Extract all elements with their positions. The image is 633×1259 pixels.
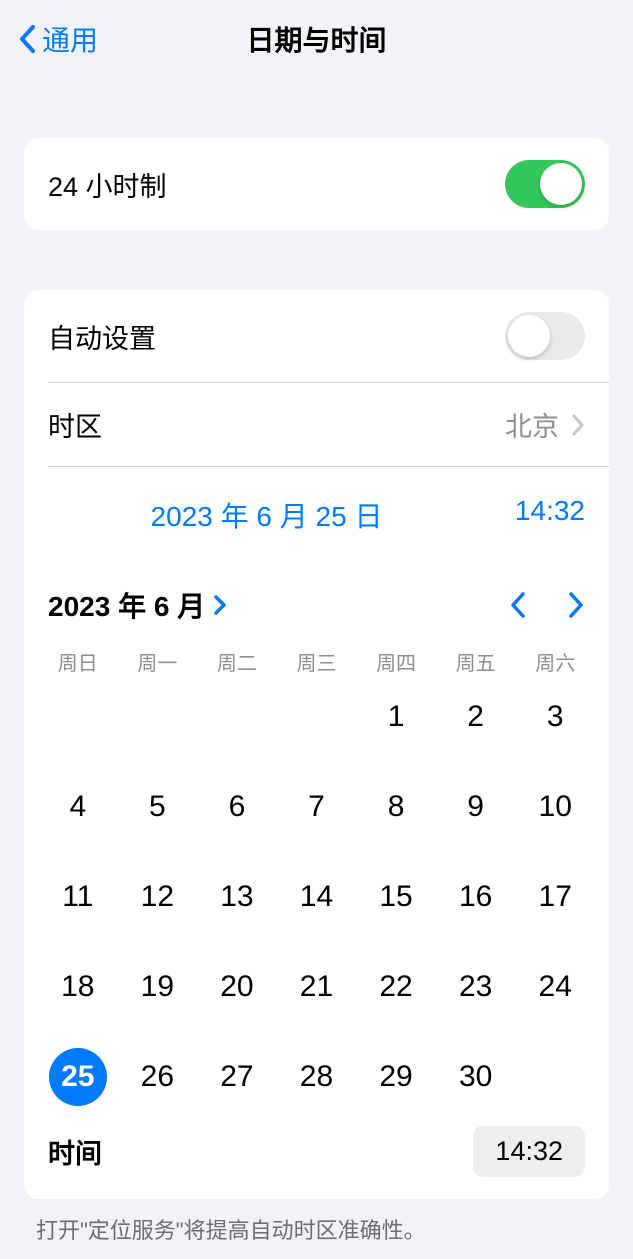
day-cell[interactable]: 11 [38, 868, 118, 926]
day-cell[interactable]: 6 [197, 778, 277, 836]
day-empty [38, 688, 118, 746]
day-cell[interactable]: 23 [436, 958, 516, 1016]
current-date[interactable]: 2023 年 6 月 25 日 [48, 495, 485, 535]
section-settings: 自动设置 时区 北京 2023 年 6 月 25 日 14:32 2023 年 … [24, 290, 609, 1199]
toggle-knob [508, 315, 550, 357]
weekday-label: 周一 [118, 647, 198, 676]
day-cell[interactable]: 1 [356, 688, 436, 746]
day-cell[interactable]: 9 [436, 778, 516, 836]
section-24h: 24 小时制 [24, 138, 609, 230]
chevron-right-icon [571, 413, 585, 437]
day-cell[interactable]: 25 [38, 1048, 118, 1106]
weekday-label: 周二 [197, 647, 277, 676]
day-cell[interactable]: 17 [515, 868, 595, 926]
datetime-display: 2023 年 6 月 25 日 14:32 [24, 467, 609, 553]
day-cell[interactable]: 24 [515, 958, 595, 1016]
month-picker[interactable]: 2023 年 6 月 [48, 585, 227, 625]
calendar-grid: 1234567891011121314151617181920212223242… [24, 684, 609, 1118]
weekday-label: 周日 [38, 647, 118, 676]
time-label: 时间 [48, 1132, 102, 1171]
chevron-right-icon [213, 593, 227, 617]
day-selected: 25 [49, 1048, 107, 1106]
day-cell[interactable]: 18 [38, 958, 118, 1016]
weekday-label: 周三 [277, 647, 357, 676]
label-auto-set: 自动设置 [48, 317, 156, 356]
day-cell[interactable]: 2 [436, 688, 516, 746]
day-cell[interactable]: 14 [277, 868, 357, 926]
weekday-label: 周五 [436, 647, 516, 676]
timezone-value-wrap: 北京 [505, 405, 585, 444]
weekday-label: 周四 [356, 647, 436, 676]
day-cell[interactable]: 10 [515, 778, 595, 836]
label-timezone: 时区 [48, 405, 102, 444]
day-cell[interactable]: 21 [277, 958, 357, 1016]
day-cell[interactable]: 7 [277, 778, 357, 836]
label-24h: 24 小时制 [48, 165, 167, 204]
day-empty [197, 688, 277, 746]
day-empty [118, 688, 198, 746]
weekday-label: 周六 [515, 647, 595, 676]
day-cell[interactable]: 16 [436, 868, 516, 926]
row-timezone[interactable]: 时区 北京 [24, 383, 609, 466]
weekday-header: 周日周一周二周三周四周五周六 [24, 643, 609, 684]
chevron-left-icon [18, 24, 36, 54]
toggle-knob [540, 163, 582, 205]
day-cell[interactable]: 5 [118, 778, 198, 836]
back-label: 通用 [42, 19, 98, 59]
timezone-value: 北京 [505, 405, 559, 444]
row-24h: 24 小时制 [24, 138, 609, 230]
prev-month-button[interactable] [509, 590, 527, 620]
back-button[interactable]: 通用 [18, 19, 98, 59]
page-title: 日期与时间 [246, 19, 386, 59]
day-cell[interactable]: 30 [436, 1048, 516, 1106]
day-cell[interactable]: 13 [197, 868, 277, 926]
day-cell[interactable]: 15 [356, 868, 436, 926]
day-cell[interactable]: 4 [38, 778, 118, 836]
footer-note: 打开"定位服务"将提高自动时区准确性。 [0, 1199, 633, 1259]
day-cell[interactable]: 26 [118, 1048, 198, 1106]
day-cell[interactable]: 12 [118, 868, 198, 926]
toggle-24h[interactable] [505, 160, 585, 208]
day-cell[interactable]: 28 [277, 1048, 357, 1106]
month-nav: 2023 年 6 月 [24, 553, 609, 643]
day-cell[interactable]: 29 [356, 1048, 436, 1106]
day-cell[interactable]: 22 [356, 958, 436, 1016]
month-label-text: 2023 年 6 月 [48, 585, 205, 625]
month-arrows [509, 590, 585, 620]
time-row: 时间 14:32 [24, 1118, 609, 1199]
day-cell[interactable]: 3 [515, 688, 595, 746]
next-month-button[interactable] [567, 590, 585, 620]
time-picker[interactable]: 14:32 [473, 1126, 585, 1177]
day-cell[interactable]: 8 [356, 778, 436, 836]
current-time[interactable]: 14:32 [485, 495, 585, 535]
row-auto-set: 自动设置 [24, 290, 609, 382]
day-cell[interactable]: 20 [197, 958, 277, 1016]
day-cell[interactable]: 19 [118, 958, 198, 1016]
toggle-auto-set[interactable] [505, 312, 585, 360]
header: 通用 日期与时间 [0, 0, 633, 78]
day-empty [277, 688, 357, 746]
day-cell[interactable]: 27 [197, 1048, 277, 1106]
